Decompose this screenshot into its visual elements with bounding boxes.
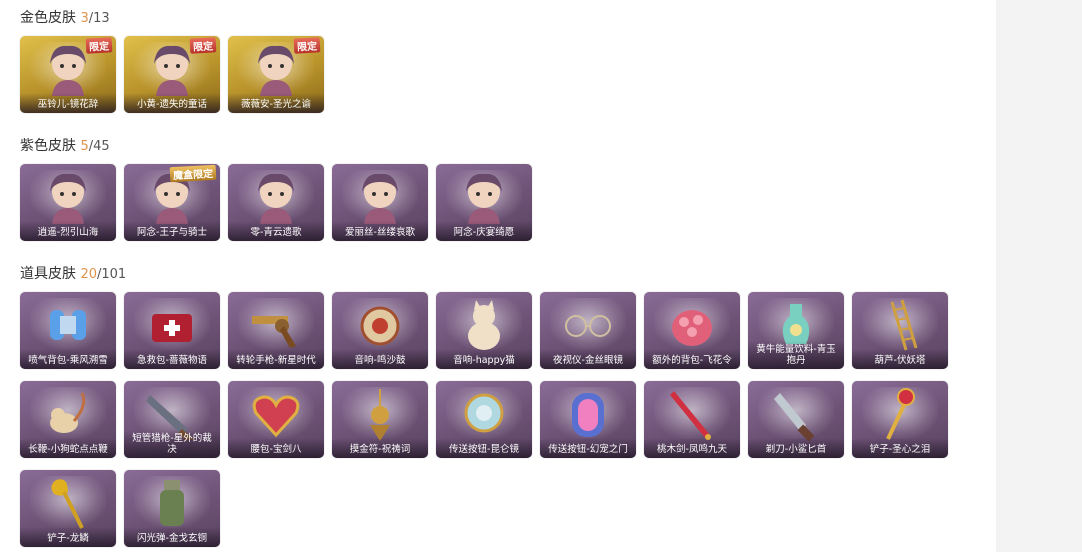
skin-card[interactable]: 爱丽丝-丝缕哀歌 bbox=[332, 164, 428, 241]
skin-name: 零-青云遗歌 bbox=[228, 221, 324, 241]
jetpack-icon bbox=[50, 310, 86, 340]
skin-name: 短管猎枪-星外的裁决 bbox=[124, 430, 220, 458]
skin-name: 传送按钮-昆仑镜 bbox=[436, 438, 532, 458]
section-title: 道具皮肤 20/101 bbox=[20, 264, 126, 284]
total-count: /101 bbox=[97, 267, 127, 282]
skin-card[interactable]: 铲子-圣心之泪 bbox=[852, 381, 948, 458]
skin-name: 黄牛能量饮料-青玉抱丹 bbox=[748, 341, 844, 369]
drum-icon bbox=[360, 306, 400, 346]
skin-card[interactable]: 转轮手枪-新星时代 bbox=[228, 292, 324, 369]
skin-card[interactable]: 铲子-龙鳞 bbox=[20, 470, 116, 547]
scepter-icon bbox=[886, 388, 915, 440]
ladder-icon bbox=[890, 299, 918, 351]
revolver-icon bbox=[252, 316, 296, 348]
total-count: /45 bbox=[88, 139, 110, 154]
portal-icon bbox=[572, 393, 604, 437]
skin-card[interactable]: 魔盒限定阿念-王子与骑士 bbox=[124, 164, 220, 241]
character-portrait-icon bbox=[466, 173, 502, 224]
skin-name: 音响-happy猫 bbox=[436, 349, 532, 369]
skin-card[interactable]: 黄牛能量饮料-青玉抱丹 bbox=[748, 292, 844, 369]
skin-card[interactable]: 传送按钮-昆仑镜 bbox=[436, 381, 532, 458]
owned-count: 5 bbox=[80, 139, 89, 154]
mirror-icon bbox=[464, 393, 504, 433]
skin-card[interactable]: 葫芦-伏妖塔 bbox=[852, 292, 948, 369]
skin-name: 爱丽丝-丝缕哀歌 bbox=[332, 221, 428, 241]
skin-card[interactable]: 音响-鸣沙鼓 bbox=[332, 292, 428, 369]
skin-name: 巫铃儿-镜花辞 bbox=[20, 93, 116, 113]
amulet-icon bbox=[370, 389, 390, 441]
skin-name: 腰包-宝剑八 bbox=[228, 438, 324, 458]
section-title-text: 紫色皮肤 bbox=[20, 138, 76, 154]
heart-pack-icon bbox=[252, 395, 300, 438]
limited-badge: 限定 bbox=[85, 37, 113, 54]
whip-icon bbox=[50, 392, 86, 433]
skin-name: 转轮手枪-新星时代 bbox=[228, 349, 324, 369]
skin-name: 夜视仪-金丝眼镜 bbox=[540, 349, 636, 369]
skin-card[interactable]: 限定小黄-遗失的童话 bbox=[124, 36, 220, 113]
skin-card[interactable]: 阿念-庆宴绮愿 bbox=[436, 164, 532, 241]
skin-card[interactable]: 夜视仪-金丝眼镜 bbox=[540, 292, 636, 369]
side-panel bbox=[996, 0, 1082, 552]
skin-name: 摸金符-祝祷词 bbox=[332, 438, 428, 458]
skin-card[interactable]: 传送按钮-幻宠之门 bbox=[540, 381, 636, 458]
owned-count: 20 bbox=[80, 267, 97, 282]
skin-card[interactable]: 摸金符-祝祷词 bbox=[332, 381, 428, 458]
skin-name: 传送按钮-幻宠之门 bbox=[540, 438, 636, 458]
skin-card[interactable]: 急救包-蔷薇物语 bbox=[124, 292, 220, 369]
glasses-icon bbox=[565, 315, 611, 337]
character-portrait-icon bbox=[362, 173, 398, 224]
skin-name: 铲子-龙鳞 bbox=[20, 527, 116, 547]
medkit-icon bbox=[152, 314, 192, 342]
skin-card[interactable]: 限定巫铃儿-镜花辞 bbox=[20, 36, 116, 113]
total-count: /13 bbox=[88, 11, 110, 26]
skin-card[interactable]: 桃木剑-凤鸣九天 bbox=[644, 381, 740, 458]
skin-card[interactable]: 腰包-宝剑八 bbox=[228, 381, 324, 458]
character-portrait-icon bbox=[258, 173, 294, 224]
skin-grid: 限定 巫铃儿-镜花辞 限定 小黄-遗失的童话 限定 薇薇安-圣光之谕 bbox=[20, 36, 948, 113]
skin-card[interactable]: 音响-happy猫 bbox=[436, 292, 532, 369]
grenade-icon bbox=[160, 480, 184, 526]
skin-name: 喷气背包-乘风溯雪 bbox=[20, 349, 116, 369]
flower-backpack-icon bbox=[672, 310, 712, 346]
skin-card[interactable]: 逍遥-烈引山海 bbox=[20, 164, 116, 241]
skin-name: 急救包-蔷薇物语 bbox=[124, 349, 220, 369]
section-title: 紫色皮肤 5/45 bbox=[20, 136, 110, 156]
skin-card[interactable]: 剃刀-小鲨匕首 bbox=[748, 381, 844, 458]
skin-card[interactable]: 零-青云遗歌 bbox=[228, 164, 324, 241]
dagger-icon bbox=[774, 393, 815, 441]
character-portrait-icon bbox=[50, 173, 86, 224]
skin-card[interactable]: 短管猎枪-星外的裁决 bbox=[124, 381, 220, 458]
skin-name: 音响-鸣沙鼓 bbox=[332, 349, 428, 369]
skin-name: 铲子-圣心之泪 bbox=[852, 438, 948, 458]
skin-name: 额外的背包-飞花令 bbox=[644, 349, 740, 369]
skin-name: 薇薇安-圣光之谕 bbox=[228, 93, 324, 113]
skin-name: 小黄-遗失的童话 bbox=[124, 93, 220, 113]
skin-card[interactable]: 喷气背包-乘风溯雪 bbox=[20, 292, 116, 369]
skin-card[interactable]: 闪光弹-金戈玄铜 bbox=[124, 470, 220, 547]
limited-badge: 限定 bbox=[293, 37, 321, 54]
skin-name: 阿念-王子与骑士 bbox=[124, 221, 220, 241]
skin-name: 长鞭-小狗蛇点点鞭 bbox=[20, 438, 116, 458]
limited-badge: 魔盒限定 bbox=[169, 164, 217, 183]
skin-name: 闪光弹-金戈玄铜 bbox=[124, 527, 220, 547]
skin-name: 桃木剑-凤鸣九天 bbox=[644, 438, 740, 458]
skin-card[interactable]: 长鞭-小狗蛇点点鞭 bbox=[20, 381, 116, 458]
section-title: 金色皮肤 3/13 bbox=[20, 8, 110, 28]
skin-card[interactable]: 额外的背包-飞花令 bbox=[644, 292, 740, 369]
skin-grid: 逍遥-烈引山海 魔盒限定 阿念-王子与骑士 零-青云遗歌 爱丽丝-丝缕哀歌 阿念-庆宴绮愿 bbox=[20, 164, 948, 241]
owned-count: 3 bbox=[80, 11, 89, 26]
limited-badge: 限定 bbox=[189, 37, 217, 54]
shovel-icon bbox=[51, 479, 84, 529]
cat-speaker-icon bbox=[468, 300, 500, 350]
skin-card[interactable]: 限定薇薇安-圣光之谕 bbox=[228, 36, 324, 113]
section-title-text: 道具皮肤 bbox=[20, 266, 76, 282]
section-title-text: 金色皮肤 bbox=[20, 10, 76, 26]
skin-grid: 喷气背包-乘风溯雪 急救包-蔷薇物语 转轮手枪-新星时代 音响-鸣沙鼓 音响-happy… bbox=[20, 292, 948, 547]
skin-name: 逍遥-烈引山海 bbox=[20, 221, 116, 241]
sword-icon bbox=[670, 391, 711, 440]
skin-name: 葫芦-伏妖塔 bbox=[852, 349, 948, 369]
skin-name: 剃刀-小鲨匕首 bbox=[748, 438, 844, 458]
skin-name: 阿念-庆宴绮愿 bbox=[436, 221, 532, 241]
